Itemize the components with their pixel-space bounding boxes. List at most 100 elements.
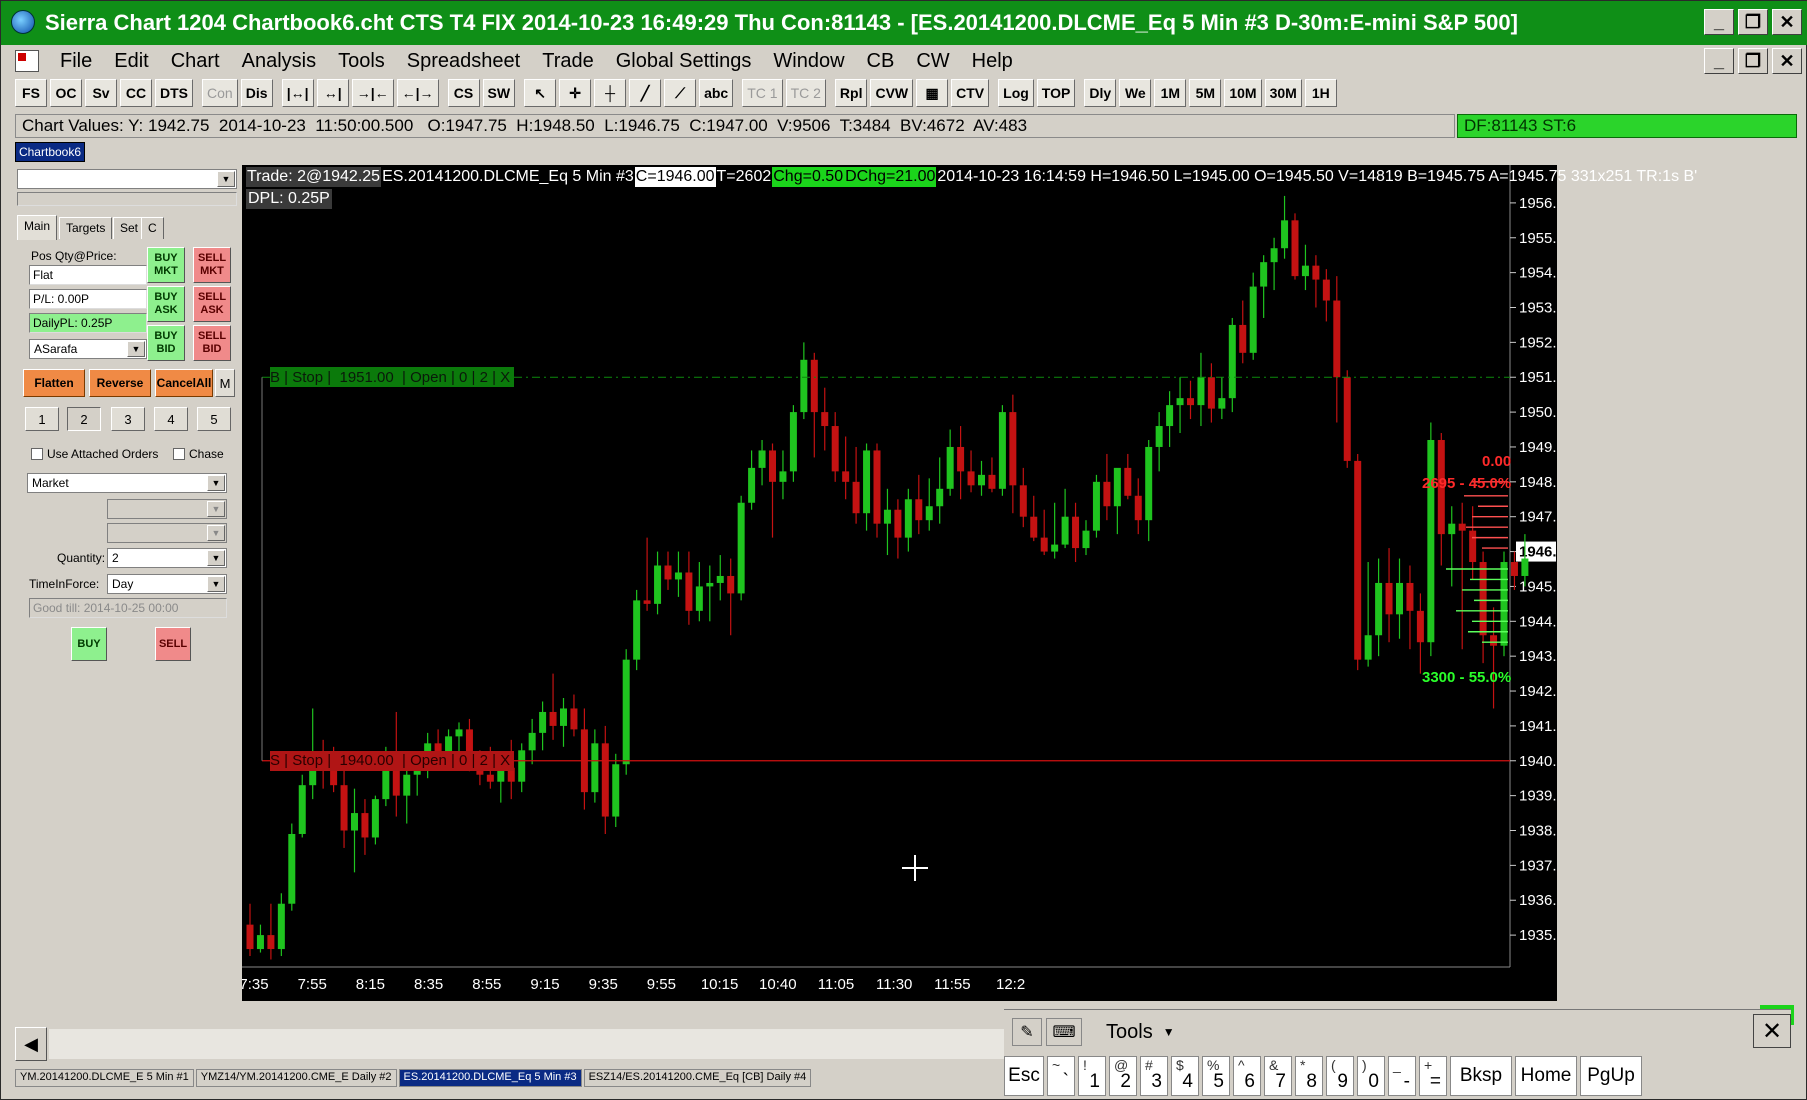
- key-bksp[interactable]: Bksp: [1450, 1056, 1512, 1096]
- candlestick-chart[interactable]: 1956.00 1955.00 1954.00 1953.00 1952.00 1951.…: [242, 165, 1557, 1001]
- tab-main[interactable]: Main: [17, 215, 58, 240]
- scroll-left-arrow-icon[interactable]: ◀: [15, 1027, 47, 1061]
- keyboard-tools-menu[interactable]: Tools: [1106, 1021, 1153, 1044]
- menu-spreadsheet[interactable]: Spreadsheet: [396, 50, 531, 73]
- cancel-all-button[interactable]: CancelAll: [155, 369, 213, 397]
- menu-chart[interactable]: Chart: [160, 50, 231, 73]
- toolbar-button-0[interactable]: FS: [15, 79, 47, 107]
- chartbook-tab[interactable]: Chartbook6: [15, 142, 85, 162]
- key-1[interactable]: ~ `: [1047, 1056, 1075, 1096]
- reverse-button[interactable]: Reverse: [89, 369, 151, 397]
- toolbar-button-33[interactable]: 1H: [1304, 79, 1337, 107]
- chart-tab-2[interactable]: YMZ14/YM.20141200.CME_E Daily #2: [195, 1069, 397, 1087]
- keyboard-close-icon[interactable]: ✕: [1753, 1014, 1791, 1048]
- toolbar-button-27[interactable]: Dly: [1084, 79, 1117, 107]
- sell-bid-button[interactable]: SELL BID: [193, 325, 231, 361]
- checkbox-box[interactable]: [31, 448, 43, 460]
- flatten-button[interactable]: Flatten: [23, 369, 85, 397]
- buy-market-button[interactable]: BUY MKT: [147, 247, 185, 283]
- key-home[interactable]: Home: [1515, 1056, 1577, 1096]
- chart-tab-4[interactable]: ESZ14/ES.20141200.CME_Eq [CB] Daily #4: [583, 1069, 812, 1087]
- menu-help[interactable]: Help: [961, 50, 1024, 73]
- toolbar-button-14[interactable]: ✛: [559, 79, 592, 107]
- pen-input-icon[interactable]: ✎: [1012, 1018, 1042, 1046]
- qty-preset-5[interactable]: 5: [197, 407, 231, 431]
- tab-c[interactable]: C: [141, 217, 164, 239]
- toolbar-button-23[interactable]: ▦: [916, 79, 949, 107]
- toolbar-button-11[interactable]: CS: [447, 79, 480, 107]
- chart-document-icon[interactable]: [15, 50, 39, 72]
- key-6[interactable]: % 5: [1202, 1056, 1230, 1096]
- sell-ask-button[interactable]: SELL ASK: [193, 286, 231, 322]
- toolbar-button-8[interactable]: ↔|: [316, 79, 349, 107]
- buy-button[interactable]: BUY: [71, 627, 107, 661]
- mdi-close-button[interactable]: ✕: [1772, 48, 1802, 74]
- key-esc[interactable]: Esc: [1004, 1056, 1044, 1096]
- qty-preset-3[interactable]: 3: [111, 407, 145, 431]
- restore-button[interactable]: ❐: [1738, 9, 1768, 35]
- qty-preset-2[interactable]: 2: [67, 407, 101, 431]
- toolbar-button-15[interactable]: ┼: [594, 79, 627, 107]
- toolbar-button-9[interactable]: →|←: [351, 79, 394, 107]
- quantity-stepper[interactable]: 2 ▼: [107, 548, 227, 568]
- toolbar-button-32[interactable]: 30M: [1264, 79, 1302, 107]
- keyboard-icon[interactable]: ⌨: [1046, 1018, 1082, 1046]
- toolbar-button-29[interactable]: 1M: [1154, 79, 1187, 107]
- toolbar-button-13[interactable]: ↖: [524, 79, 557, 107]
- chevron-down-icon[interactable]: ▼: [127, 341, 145, 357]
- key-11[interactable]: ) 0: [1357, 1056, 1385, 1096]
- qty-preset-4[interactable]: 4: [154, 407, 188, 431]
- toolbar-button-31[interactable]: 10M: [1224, 79, 1262, 107]
- horizontal-scrollbar[interactable]: [49, 1029, 1004, 1059]
- buy-stop-order-tag[interactable]: B | Stop | 1951.00 | Open | 0 | 2 | X: [270, 367, 515, 388]
- symbol-combo[interactable]: ▼: [17, 169, 237, 189]
- sell-button[interactable]: SELL: [155, 627, 191, 661]
- toolbar-button-16[interactable]: ╱: [629, 79, 662, 107]
- chevron-down-icon[interactable]: ▼: [207, 576, 225, 592]
- mdi-minimize-button[interactable]: _: [1704, 48, 1734, 74]
- toolbar-button-21[interactable]: Rpl: [834, 79, 868, 107]
- key-13[interactable]: + =: [1419, 1056, 1447, 1096]
- use-attached-orders-checkbox[interactable]: Use Attached Orders: [31, 447, 158, 461]
- time-in-force-combo[interactable]: Day ▼: [107, 574, 227, 594]
- chart-tab-1[interactable]: YM.20141200.DLCME_E 5 Min #1: [15, 1069, 194, 1087]
- toolbar-button-17[interactable]: ⟋: [664, 79, 697, 107]
- key-4[interactable]: #3: [1140, 1056, 1168, 1096]
- toolbar-button-25[interactable]: Log: [998, 79, 1034, 107]
- menu-edit[interactable]: Edit: [103, 50, 159, 73]
- key-10[interactable]: (9: [1326, 1056, 1354, 1096]
- chevron-down-icon[interactable]: ▼: [1163, 1025, 1175, 1039]
- toolbar-button-1[interactable]: OC: [50, 79, 82, 107]
- key-5[interactable]: $4: [1171, 1056, 1199, 1096]
- sell-stop-order-tag[interactable]: S | Stop | 1940.00 | Open | 0 | 2 | X: [270, 750, 515, 771]
- minimize-button[interactable]: _: [1704, 9, 1734, 35]
- toolbar-button-28[interactable]: We: [1119, 79, 1152, 107]
- chart-tab-3[interactable]: ES.20141200.DLCME_Eq 5 Min #3: [398, 1069, 582, 1087]
- tab-targets[interactable]: Targets: [59, 217, 113, 239]
- title-bar[interactable]: Sierra Chart 1204 Chartbook6.cht CTS T4 …: [1, 1, 1807, 45]
- menu-window[interactable]: Window: [762, 50, 855, 73]
- order-type-combo[interactable]: Market ▼: [27, 473, 227, 493]
- globe-app-icon[interactable]: [11, 10, 35, 34]
- key-12[interactable]: _ -: [1388, 1056, 1416, 1096]
- toolbar-button-24[interactable]: CTV: [951, 79, 990, 107]
- toolbar-button-7[interactable]: |↔|: [281, 79, 314, 107]
- toolbar-button-10[interactable]: ←|→: [396, 79, 439, 107]
- chevron-down-icon[interactable]: ▼: [217, 171, 235, 187]
- buy-ask-button[interactable]: BUY ASK: [147, 286, 185, 322]
- key-7[interactable]: ^ 6: [1233, 1056, 1261, 1096]
- key-pgup[interactable]: PgUp: [1580, 1056, 1642, 1096]
- checkbox-box[interactable]: [173, 448, 185, 460]
- menu-tools[interactable]: Tools: [327, 50, 396, 73]
- toolbar-button-2[interactable]: Sv: [85, 79, 117, 107]
- price-chart[interactable]: 1956.00 1955.00 1954.00 1953.00 1952.00 1951.…: [242, 165, 1697, 1001]
- menu-global-settings[interactable]: Global Settings: [605, 50, 763, 73]
- buy-bid-button[interactable]: BUY BID: [147, 325, 185, 361]
- menu-cb[interactable]: CB: [856, 50, 906, 73]
- chase-checkbox[interactable]: Chase: [173, 447, 224, 461]
- menu-analysis[interactable]: Analysis: [231, 50, 327, 73]
- toolbar-button-30[interactable]: 5M: [1189, 79, 1222, 107]
- toolbar-button-18[interactable]: abc: [699, 79, 734, 107]
- sell-market-button[interactable]: SELL MKT: [193, 247, 231, 283]
- close-button[interactable]: ✕: [1772, 9, 1802, 35]
